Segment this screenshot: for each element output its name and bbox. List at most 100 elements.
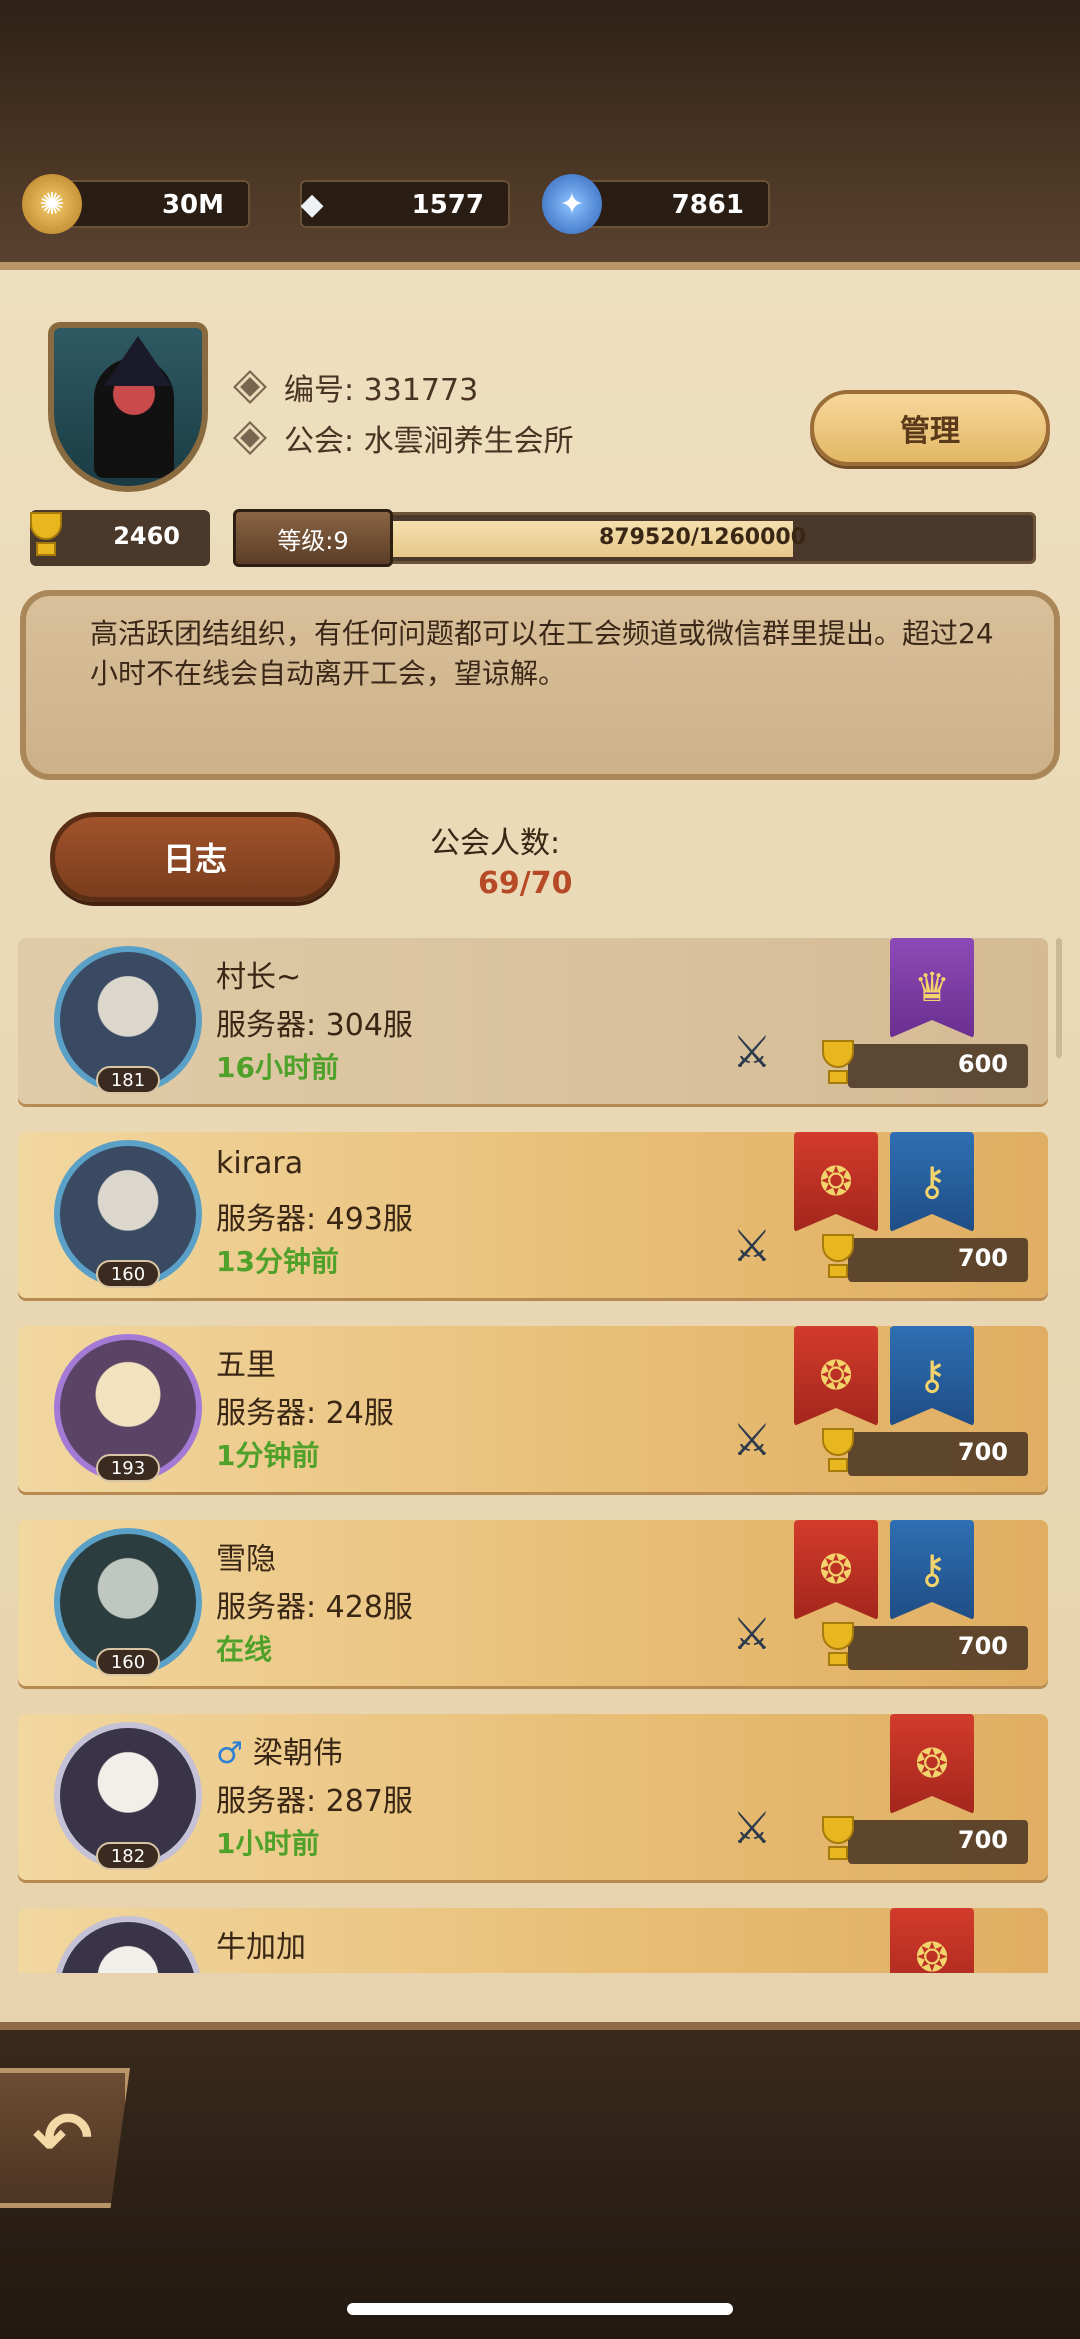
diamond-value: 1577 [411,190,484,220]
bullet-diamond-icon [233,421,267,455]
member-last-online: 16小时前 [216,1051,339,1084]
bullet-diamond-icon [233,370,267,404]
gold-resource[interactable]: ✺ 30M [22,174,250,234]
member-card[interactable]: 牛加加 ❂ [18,1908,1048,1973]
member-server: 服务器: 287服 [216,1784,413,1819]
member-level: 181 [96,1066,160,1094]
member-trophies: 700 [848,1432,1028,1476]
member-last-online: 1分钟前 [216,1439,320,1472]
guild-id: 编号: 331773 [284,373,479,408]
gold-value: 30M [161,190,224,220]
member-avatar[interactable]: 181 [54,946,202,1094]
members-label: 公会人数: [430,826,561,861]
level-exp-text: 879520/1260000 [599,525,807,550]
member-name-row: 村长~ [216,952,301,996]
member-name: kirara [216,1146,304,1181]
trophy-icon [818,1234,858,1282]
member-card[interactable]: 160 雪隐服务器: 428服 在线 ❂ ⚷ ⚔ 700 [18,1520,1048,1686]
member-trophies: 700 [848,1626,1028,1670]
scrollbar[interactable] [1056,938,1062,1058]
diamond-icon: ◆ [300,186,324,222]
potion-value: 7861 [671,190,744,220]
member-trophies: 700 [848,1820,1028,1864]
crown-banner-icon: ♛ [890,938,974,1038]
top-resource-bar: ✺ 30M ◆ 1577 ✦ 7861 [0,0,1080,265]
guild-id-line: 编号: 331773 [233,365,479,409]
helmet-banner-icon: ❂ [890,1714,974,1814]
member-name-row: kirara [216,1146,303,1181]
male-icon: ♂ [216,1736,243,1771]
member-avatar[interactable] [54,1916,202,1973]
member-server: 服务器: 24服 [216,1396,394,1431]
crossed-swords-icon[interactable]: ⚔ [724,1606,780,1662]
diamond-resource[interactable]: ◆ 1577 [300,180,510,228]
trophy-icon [818,1816,858,1864]
member-level: 160 [96,1648,160,1676]
guild-notice: 高活跃团结组织，有任何问题都可以在工会频道或微信群里提出。超过24小时不在线会自… [20,590,1060,780]
trophy-icon [818,1622,858,1670]
guild-trophy-count: 2460 [113,522,180,550]
member-name-row: 五里 [216,1340,276,1384]
member-server: 服务器: 428服 [216,1590,413,1625]
member-avatar[interactable]: 160 [54,1528,202,1676]
guild-trophies: 2460 [30,510,210,566]
member-trophies: 700 [848,1238,1028,1282]
member-avatar[interactable]: 160 [54,1140,202,1288]
member-name-row: ♂ 梁朝伟 [216,1728,343,1772]
member-name-row: 雪隐 [216,1534,276,1578]
member-level: 193 [96,1454,160,1482]
member-level: 160 [96,1260,160,1288]
member-name: 村长~ [216,960,302,995]
member-level: 182 [96,1842,160,1870]
member-server: 服务器: 304服 [216,1008,413,1043]
home-indicator [347,2303,733,2315]
member-last-online: 13分钟前 [216,1245,339,1278]
member-name: 梁朝伟 [252,1736,343,1771]
member-card[interactable]: 193 五里服务器: 24服 1分钟前 ❂ ⚷ ⚔ 700 [18,1326,1048,1492]
log-button[interactable]: 日志 [50,812,340,902]
member-server: 服务器: 493服 [216,1202,413,1237]
member-trophy-count: 700 [957,1632,1008,1660]
member-avatar[interactable]: 193 [54,1334,202,1482]
member-card[interactable]: 181 村长~ 服务器: 304服 16小时前 ♛ ⚔ 600 [18,938,1048,1104]
member-last-online: 1小时前 [216,1827,320,1860]
crossed-swords-icon[interactable]: ⚔ [724,1412,780,1468]
member-trophy-count: 700 [957,1244,1008,1272]
key-banner-icon: ⚷ [890,1520,974,1620]
level-tag: 等级:9 [233,509,393,567]
member-last-online: 在线 [216,1633,273,1666]
member-list[interactable]: 181 村长~ 服务器: 304服 16小时前 ♛ ⚔ 600 160 kirara 服务器: 4… [0,938,1080,1973]
manage-button[interactable]: 管理 [810,390,1050,466]
back-arrow-icon: ↶ [32,2096,93,2180]
member-trophy-count: 700 [957,1826,1008,1854]
crossed-swords-icon[interactable]: ⚔ [724,1024,780,1080]
trophy-icon [818,1428,858,1476]
back-button[interactable]: ↶ [0,2068,130,2208]
member-trophy-count: 600 [957,1050,1008,1078]
guild-name-line: 公会: 水雲涧养生会所 [233,416,574,460]
member-card[interactable]: 182 ♂ 梁朝伟服务器: 287服 1小时前 ❂ ⚔ 700 [18,1714,1048,1880]
helmet-banner-icon: ❂ [794,1326,878,1426]
guild-emblem[interactable] [48,322,208,492]
member-name-row: 牛加加 [216,1922,306,1966]
key-banner-icon: ⚷ [890,1326,974,1426]
gold-coin-icon: ✺ [22,174,82,234]
member-trophy-count: 700 [957,1438,1008,1466]
trophy-icon [818,1040,858,1088]
bottom-bar [0,2030,1080,2339]
helmet-banner-icon: ❂ [890,1908,974,1973]
potion-resource[interactable]: ✦ 7861 [542,174,770,234]
member-card[interactable]: 160 kirara 服务器: 493服 13分钟前 ❂ ⚷ ⚔ 700 [18,1132,1048,1298]
member-name: 牛加加 [216,1930,306,1965]
trophy-icon [26,512,66,560]
member-avatar[interactable]: 182 [54,1722,202,1870]
member-trophies: 600 [848,1044,1028,1088]
guild-level-bar: 等级:9 879520/1260000 [233,509,1036,567]
helmet-banner-icon: ❂ [794,1132,878,1232]
member-name: 五里 [216,1348,276,1383]
crossed-swords-icon[interactable]: ⚔ [724,1800,780,1856]
crossed-swords-icon[interactable]: ⚔ [724,1218,780,1274]
key-banner-icon: ⚷ [890,1132,974,1232]
helmet-banner-icon: ❂ [794,1520,878,1620]
potion-icon: ✦ [542,174,602,234]
